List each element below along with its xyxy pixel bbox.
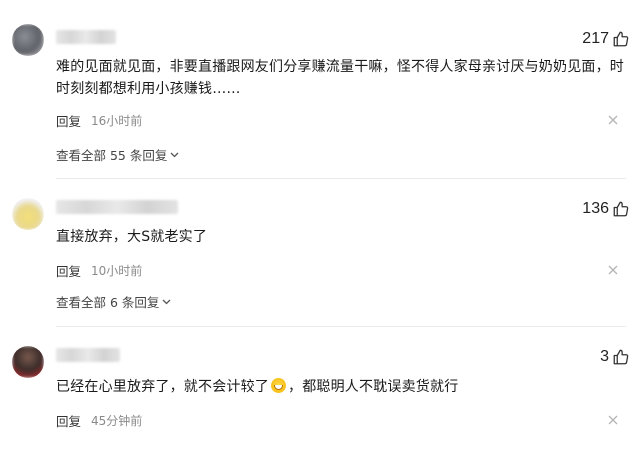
comment-list: 217 难的见面就见面，非要直播跟网友们分享赚流量干嘛，怪不得人家母亲讨厌与奶奶… <box>0 0 640 454</box>
reply-button[interactable]: 回复 <box>56 111 81 130</box>
thumbs-up-icon <box>613 349 629 365</box>
view-all-replies-label: 查看全部 55 条回复 <box>56 148 168 163</box>
like-count: 136 <box>582 200 609 217</box>
comment-text: 难的见面就见面，非要直播跟网友们分享赚流量干嘛，怪不得人家母亲讨厌与奶奶见面，时… <box>56 59 624 97</box>
comment-meta: 回复 16小时前 <box>56 111 142 130</box>
comment-text: 直接放弃，大S就老实了 <box>56 229 208 245</box>
close-icon[interactable] <box>608 115 618 125</box>
reply-button[interactable]: 回复 <box>56 261 81 280</box>
avatar[interactable] <box>12 24 44 56</box>
like-count: 3 <box>600 348 609 365</box>
comment-time: 10小时前 <box>91 264 143 278</box>
username-blurred[interactable] <box>56 30 116 44</box>
reply-button[interactable]: 回复 <box>56 411 81 430</box>
chevron-down-icon <box>170 152 179 157</box>
comment-time: 45分钟前 <box>91 414 143 428</box>
like-count: 217 <box>582 30 609 47</box>
username-blurred[interactable] <box>56 200 178 214</box>
like-button[interactable]: 3 <box>600 348 630 366</box>
view-all-replies-label: 查看全部 6 条回复 <box>56 295 160 310</box>
divider <box>56 326 626 327</box>
like-button[interactable]: 136 <box>582 200 630 218</box>
comment-meta: 回复 45分钟前 <box>56 411 142 430</box>
divider <box>56 178 626 179</box>
comment-text-part: 已经在心里放弃了，就不会计较了 <box>56 379 269 395</box>
view-all-replies-button[interactable]: 查看全部 55 条回复 <box>56 145 179 164</box>
comment-text-part: ，都聪明人不耽误卖货就行 <box>288 379 459 395</box>
thumbs-up-icon <box>613 201 629 217</box>
comment-item: 3 已经在心里放弃了，就不会计较了 ，都聪明人不耽误卖货就行 回复 45分钟前 <box>0 340 640 454</box>
close-icon[interactable] <box>608 415 618 425</box>
comment-text: 已经在心里放弃了，就不会计较了 ，都聪明人不耽误卖货就行 <box>56 376 624 398</box>
thumbs-up-icon <box>613 31 629 47</box>
close-icon[interactable] <box>608 265 618 275</box>
avatar[interactable] <box>12 346 44 378</box>
grin-emoji-icon <box>271 378 286 393</box>
like-button[interactable]: 217 <box>582 30 630 48</box>
comment-time: 16小时前 <box>91 114 143 128</box>
username-blurred[interactable] <box>56 348 120 362</box>
view-all-replies-button[interactable]: 查看全部 6 条回复 <box>56 292 171 311</box>
comment-item: 217 难的见面就见面，非要直播跟网友们分享赚流量干嘛，怪不得人家母亲讨厌与奶奶… <box>0 0 640 176</box>
comment-meta: 回复 10小时前 <box>56 261 142 280</box>
avatar[interactable] <box>12 198 44 230</box>
chevron-down-icon <box>162 299 171 304</box>
comment-item: 136 直接放弃，大S就老实了 回复 10小时前 查看全部 6 条回复 <box>0 190 640 315</box>
